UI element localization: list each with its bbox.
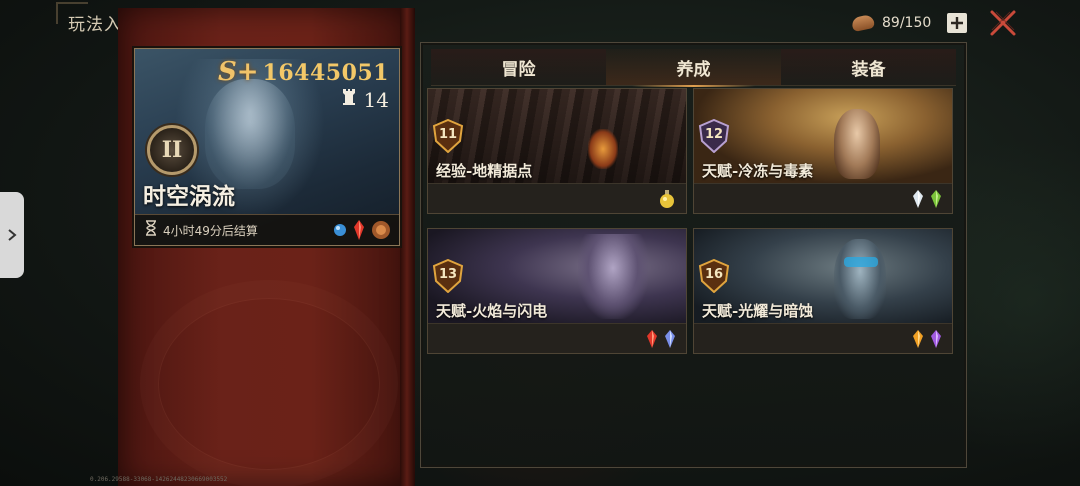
featured-dungeon-card[interactable]: S+ 16445051 14 II 时空涡流 4小时49分后结算	[134, 48, 400, 246]
entry-title: 经验-地精据点	[436, 162, 533, 180]
hourglass-icon	[145, 220, 157, 240]
entry-title: 天赋-火焰与闪电	[436, 302, 548, 320]
tab-equipment[interactable]: 装备	[781, 49, 956, 85]
entry-title: 天赋-光耀与暗蚀	[702, 302, 814, 320]
level-badge: 11	[432, 118, 464, 154]
blue-crystal-icon	[665, 329, 675, 348]
tower-icon	[340, 87, 358, 112]
dungeon-footer: 4小时49分后结算	[135, 214, 399, 245]
red-crystal-icon	[647, 329, 657, 348]
entry-rewards	[694, 183, 952, 213]
red-crystal-icon	[354, 220, 364, 240]
banner-rod	[400, 8, 414, 486]
add-stamina-button[interactable]	[947, 13, 968, 33]
bread-icon	[850, 13, 876, 33]
entry-rewards	[428, 323, 686, 353]
orange-crystal-icon	[913, 329, 923, 348]
rank-label: S+	[217, 57, 259, 87]
tab-bar: 冒险 养成 装备	[431, 49, 956, 87]
floor-number: 14	[363, 87, 389, 112]
score-display: S+ 16445051	[218, 57, 389, 87]
floor-display: 14	[340, 87, 389, 112]
stamina-amount: 89/150	[882, 15, 932, 31]
chevron-right-icon	[8, 229, 17, 241]
level-badge: 16	[698, 258, 730, 294]
close-icon[interactable]	[988, 8, 1018, 38]
level-badge: 12	[698, 118, 730, 154]
tab-growth[interactable]: 养成	[606, 49, 781, 87]
score-value: 16445051	[262, 60, 389, 86]
entry-card[interactable]: 11 经验-地精据点	[427, 88, 687, 214]
entry-card[interactable]: 13 天赋-火焰与闪电	[427, 228, 687, 354]
level-badge: 13	[432, 258, 464, 294]
entry-card[interactable]: 12 天赋-冷冻与毒素	[693, 88, 953, 214]
tab-adventure[interactable]: 冒险	[431, 49, 606, 85]
build-string: 0.206.29588-33068-14262448230669003552	[90, 476, 228, 483]
countdown-text: 4小时49分后结算	[163, 223, 258, 238]
purple-crystal-icon	[931, 329, 941, 348]
green-crystal-icon	[931, 189, 941, 208]
tier-badge: II	[147, 125, 197, 175]
potion-icon	[660, 189, 674, 208]
reward-list	[333, 219, 391, 241]
blue-orb-icon	[334, 224, 346, 236]
expand-side-button[interactable]	[0, 192, 24, 278]
dungeon-name: 时空涡流	[143, 183, 235, 210]
stamina-resource: 89/150	[850, 11, 968, 35]
bronze-coin-icon	[372, 221, 390, 239]
entry-card[interactable]: 16 天赋-光耀与暗蚀	[693, 228, 953, 354]
plus-icon	[951, 17, 964, 29]
entry-title: 天赋-冷冻与毒素	[702, 162, 814, 180]
entry-rewards	[428, 183, 686, 213]
entry-rewards	[694, 323, 952, 353]
white-crystal-icon	[913, 189, 923, 208]
activity-panel: 冒险 养成 装备 11 经验-地精据点 12 天赋-冷冻与毒素 13 天赋-火焰…	[420, 42, 967, 468]
